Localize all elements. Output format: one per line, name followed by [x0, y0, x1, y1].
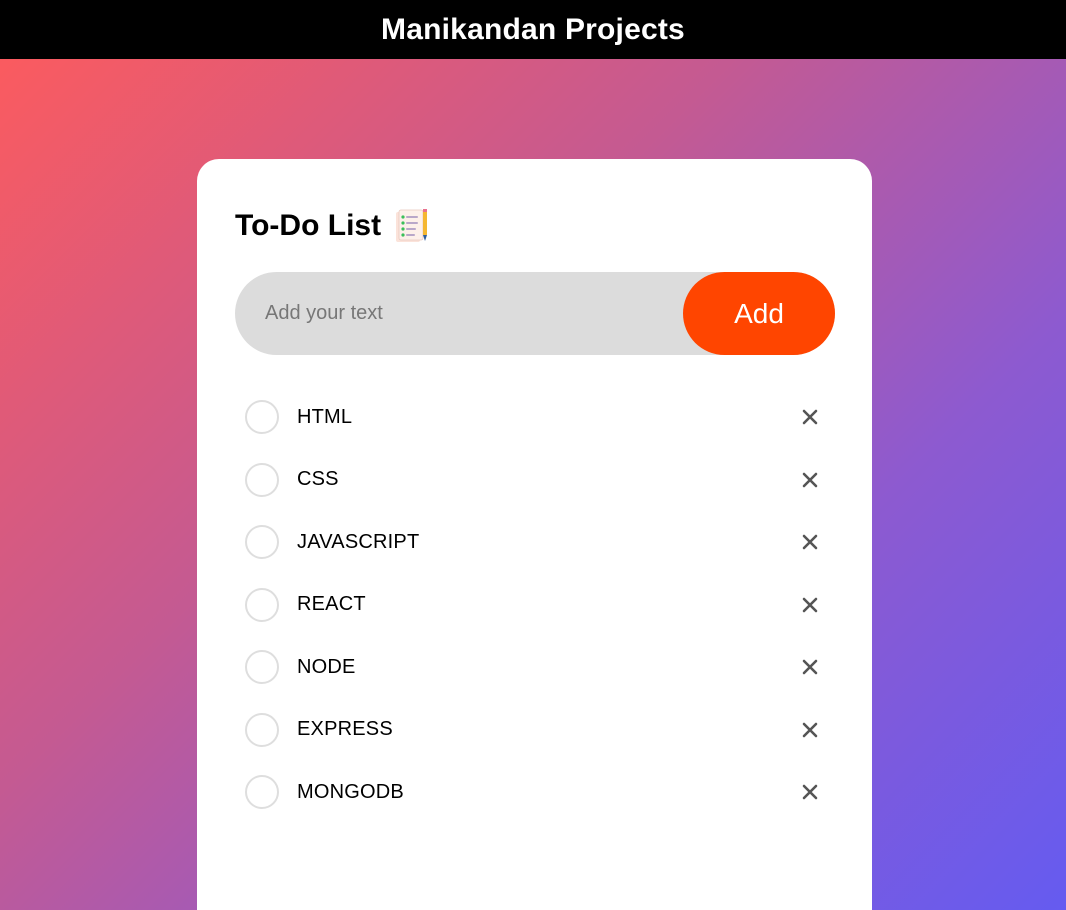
todo-label: REACT	[297, 593, 366, 616]
todo-label: JAVASCRIPT	[297, 530, 420, 553]
todo-list: HTML CSS JAVASCRIPT REACT NODE EXPRESS M…	[245, 386, 825, 824]
top-bar: Manikandan Projects	[0, 0, 1066, 59]
todo-label: MONGODB	[297, 780, 404, 803]
circle-checkbox-icon[interactable]	[245, 462, 279, 497]
add-task-row: Add	[235, 272, 835, 355]
close-icon[interactable]	[799, 656, 821, 678]
close-icon[interactable]	[799, 469, 821, 491]
todo-card: To-Do List Add HTML	[197, 159, 872, 910]
close-icon[interactable]	[799, 781, 821, 803]
task-input[interactable]	[235, 272, 675, 355]
notes-with-pencil-icon	[396, 209, 428, 242]
list-item[interactable]: HTML	[245, 386, 825, 449]
circle-checkbox-icon[interactable]	[245, 712, 279, 747]
circle-checkbox-icon[interactable]	[245, 775, 279, 810]
list-item[interactable]: MONGODB	[245, 761, 825, 824]
circle-checkbox-icon[interactable]	[245, 525, 279, 560]
card-header: To-Do List	[235, 207, 431, 245]
close-icon[interactable]	[799, 531, 821, 553]
circle-checkbox-icon[interactable]	[245, 587, 279, 622]
circle-checkbox-icon[interactable]	[245, 650, 279, 685]
close-icon[interactable]	[799, 594, 821, 616]
add-button[interactable]: Add	[683, 272, 835, 355]
list-item[interactable]: CSS	[245, 449, 825, 512]
todo-label: HTML	[297, 405, 353, 428]
todo-label: NODE	[297, 655, 356, 678]
close-icon[interactable]	[799, 406, 821, 428]
circle-checkbox-icon[interactable]	[245, 400, 279, 435]
card-title: To-Do List	[235, 209, 382, 242]
list-item[interactable]: JAVASCRIPT	[245, 511, 825, 574]
todo-label: EXPRESS	[297, 718, 393, 741]
site-title: Manikandan Projects	[381, 12, 685, 46]
list-item[interactable]: REACT	[245, 574, 825, 637]
todo-label: CSS	[297, 468, 339, 491]
close-icon[interactable]	[799, 719, 821, 741]
list-item[interactable]: EXPRESS	[245, 699, 825, 762]
list-item[interactable]: NODE	[245, 636, 825, 699]
